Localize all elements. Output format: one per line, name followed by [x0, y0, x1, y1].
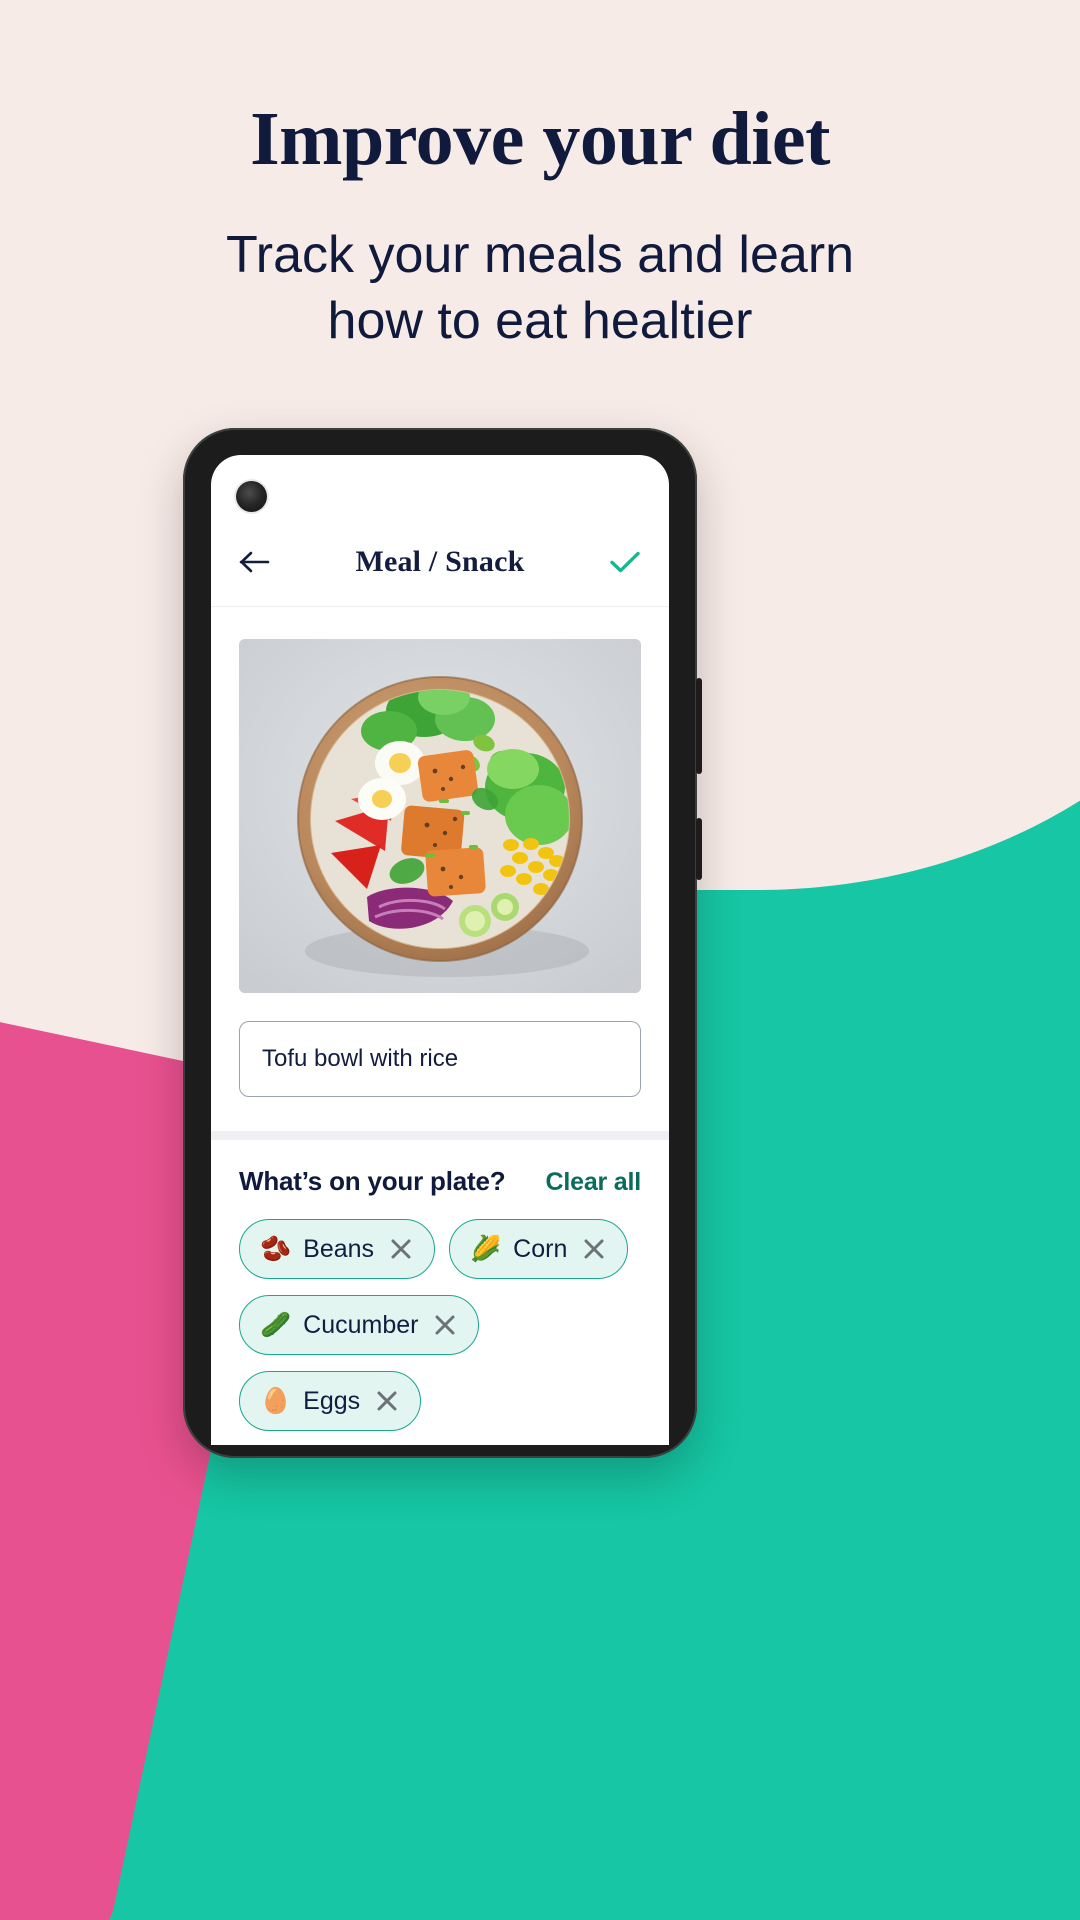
meal-name-input[interactable]: Tofu bowl with rice: [239, 1021, 641, 1097]
close-icon[interactable]: [432, 1312, 458, 1338]
app-bar: Meal / Snack: [211, 517, 669, 607]
clear-all-button[interactable]: Clear all: [546, 1168, 642, 1197]
page-subtitle-line1: Track your meals and learn: [225, 226, 855, 285]
app-bar-title: Meal / Snack: [355, 544, 525, 578]
front-camera-punchhole: [236, 481, 267, 512]
check-icon[interactable]: [605, 542, 645, 582]
ingredient-chip[interactable]: 🥒 Cucumber: [239, 1295, 480, 1355]
chip-label: Eggs: [303, 1386, 361, 1415]
close-icon[interactable]: [374, 1388, 400, 1414]
close-icon[interactable]: [581, 1236, 607, 1262]
ingredient-chip-list: 🫘 Beans 🌽 Corn 🥒 Cucumber 🥚 Eggs: [239, 1219, 647, 1445]
close-icon[interactable]: [388, 1236, 414, 1262]
phone-mockup: Meal / Snack Tofu bowl with rice What’s …: [183, 428, 702, 1458]
page-subtitle-line2: how to eat healtier: [327, 292, 753, 351]
page-title: Improve your diet: [250, 97, 830, 181]
phone-power-button: [696, 818, 702, 880]
arrow-left-icon[interactable]: [235, 542, 275, 582]
promo-copy: Improve your diet Track your meals and l…: [0, 0, 1080, 354]
cucumber-icon: 🥒: [260, 1310, 292, 1339]
beans-icon: 🫘: [260, 1234, 292, 1263]
ingredient-chip[interactable]: 🫘 Beans: [239, 1219, 436, 1279]
meal-form: Tofu bowl with rice What’s on your plate…: [211, 607, 669, 1445]
corn-icon: 🌽: [470, 1234, 502, 1263]
plate-section-title: What’s on your plate?: [239, 1166, 506, 1196]
page-subtitle: Track your meals and learn how to eat he…: [180, 222, 900, 354]
meal-name-value: Tofu bowl with rice: [262, 1045, 459, 1072]
plate-section-header: What’s on your plate? Clear all: [239, 1166, 641, 1197]
chip-label: Cucumber: [303, 1310, 419, 1339]
meal-photo[interactable]: [239, 639, 641, 993]
phone-screen: Meal / Snack Tofu bowl with rice What’s …: [211, 455, 669, 1445]
chip-label: Beans: [303, 1234, 375, 1263]
phone-volume-button: [696, 678, 702, 774]
ingredient-chip[interactable]: 🌽 Corn: [449, 1219, 629, 1279]
ingredient-chip[interactable]: 🥚 Eggs: [239, 1371, 422, 1431]
section-divider: [211, 1131, 669, 1140]
chip-label: Corn: [513, 1234, 568, 1263]
egg-icon: 🥚: [260, 1386, 292, 1415]
